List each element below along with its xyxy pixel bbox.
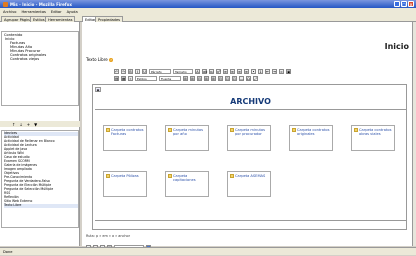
tab-bar: Agrupar Página Estilos Herramientas Edit… (0, 15, 416, 22)
editor-heading: ARCHIVO (230, 97, 271, 106)
folder-icon (106, 128, 110, 132)
text-color-icon[interactable]: A (195, 68, 200, 74)
menu-herramientas[interactable]: Herramientas (21, 10, 45, 14)
align-left-icon[interactable]: ≡ (223, 68, 228, 74)
link-icon[interactable]: ∞ (279, 68, 284, 74)
size-dropdown[interactable]: Tamaño (173, 68, 193, 74)
maximize-button[interactable]: □ (401, 1, 407, 7)
expand-icon[interactable]: ▼ (34, 122, 37, 127)
folder-icon (168, 128, 172, 132)
outline-tree: Contenido Inicio Facturas Minutas Año Mi… (1, 31, 79, 106)
idevice-palette: Idevices Actividad Actividad de Rellenar… (1, 130, 79, 228)
folder-icon (354, 128, 358, 132)
bold-icon[interactable]: B (128, 68, 133, 74)
hr-icon[interactable]: ― (239, 75, 244, 81)
divider (95, 109, 406, 110)
menu-archivo[interactable]: Archivo (3, 10, 16, 14)
row-before-icon[interactable]: ⊞ (183, 75, 188, 81)
folder-link[interactable]: Carpeta minutas por procurador (227, 125, 271, 151)
table-icon[interactable]: ▦ (121, 75, 126, 81)
split-cell-icon[interactable]: ⊡ (225, 75, 230, 81)
col-before-icon[interactable]: ⊞ (204, 75, 209, 81)
menu-ayuda[interactable]: Ayuda (67, 10, 78, 14)
paragraph-dropdown[interactable]: Párrafo (149, 68, 171, 74)
minimize-button[interactable]: _ (394, 1, 400, 7)
editor-path: Ruta: p » em » a » anchor (86, 234, 130, 238)
folder-link[interactable]: Carpeta Pólizas (103, 171, 147, 197)
fullscreen-icon[interactable]: ⤢ (253, 75, 258, 81)
indent-icon[interactable]: ⇥ (272, 68, 277, 74)
image-icon[interactable]: ▣ (286, 68, 291, 74)
folder-link[interactable]: Carpeta minutas por año (165, 125, 209, 151)
palette-item[interactable]: Pregunta de Selección Múltiple (4, 187, 53, 192)
paste-icon[interactable]: ▤ (114, 75, 119, 81)
main-panel: Inicio Texto Libre ? ↶ ↷ B I U Párrafo T… (82, 22, 412, 250)
outline-toolbar: ↑ ↓ + ▼ (0, 121, 80, 127)
align-center-icon[interactable]: ≡ (230, 68, 235, 74)
delete-col-icon[interactable]: ⊟ (218, 75, 223, 81)
folder-icon (230, 174, 234, 178)
folder-link[interactable]: Carpeta capitaciones (165, 171, 209, 197)
window-title: Mis - Inicio - Mozilla Firefox (10, 1, 72, 7)
outdent-icon[interactable]: ⇤ (265, 68, 270, 74)
subscript-icon[interactable]: x₂ (209, 68, 214, 74)
superscript-icon[interactable]: x² (216, 68, 221, 74)
divider (95, 220, 406, 221)
vertical-scrollbar[interactable] (412, 22, 416, 246)
rich-text-editor[interactable]: ▣ ARCHIVO Carpeta contratos Facturas Car… (92, 84, 407, 230)
folder-link[interactable]: Carpeta ASEMAS (227, 171, 271, 197)
move-up-icon[interactable]: ↑ (12, 122, 15, 127)
folder-icon (168, 174, 172, 178)
menu-editar[interactable]: Editar (51, 10, 62, 14)
italic-icon[interactable]: I (135, 68, 140, 74)
bullet-list-icon[interactable]: • (251, 68, 256, 74)
merge-cell-icon[interactable]: ⊡ (232, 75, 237, 81)
tree-item-contratos-viejos[interactable]: Contratos viejos (10, 57, 39, 61)
redo-icon[interactable]: ↷ (121, 68, 126, 74)
folder-link[interactable]: Carpeta contratos originales (289, 125, 333, 151)
firefox-icon (3, 1, 8, 7)
idevice-title: Texto Libre ? (86, 57, 113, 62)
justify-icon[interactable]: ≡ (244, 68, 249, 74)
left-panel: Contenido Inicio Facturas Minutas Año Mi… (0, 22, 80, 246)
close-button[interactable]: × (408, 1, 414, 7)
html-icon[interactable]: ⌗ (128, 75, 133, 81)
undo-icon[interactable]: ↶ (114, 68, 119, 74)
editor-toolbar-row-2: ▤ ▦ ⌗ Estilos Fuente ⊞ ⊞ ⊟ ⊞ ⊞ ⊟ ⊡ ⊡ ― Ω… (114, 75, 379, 81)
editor-toolbar-row-1: ↶ ↷ B I U Párrafo Tamaño A ab x₂ x² ≡ ≡ … (114, 68, 379, 74)
embedded-image-icon: ▣ (95, 87, 101, 92)
number-list-icon[interactable]: 1 (258, 68, 263, 74)
font-dropdown[interactable]: Fuente (159, 75, 181, 81)
move-down-icon[interactable]: ↓ (19, 122, 22, 127)
folder-icon (292, 128, 296, 132)
menu-bar: Archivo Herramientas Editar Ayuda (0, 8, 416, 15)
title-bar: Mis - Inicio - Mozilla Firefox _ □ × (0, 0, 416, 8)
folder-icon (230, 128, 234, 132)
special-char-icon[interactable]: Ω (246, 75, 251, 81)
status-bar: Done (0, 247, 416, 255)
add-page-icon[interactable]: + (27, 122, 30, 127)
col-after-icon[interactable]: ⊞ (211, 75, 216, 81)
folder-icon (106, 174, 110, 178)
help-icon[interactable]: ? (109, 58, 113, 62)
underline-icon[interactable]: U (142, 68, 147, 74)
page-title: Inicio (384, 42, 409, 51)
folder-link[interactable]: Carpeta contratos obras viales (351, 125, 395, 151)
delete-row-icon[interactable]: ⊟ (197, 75, 202, 81)
palette-item-selected[interactable]: Texto Libre (4, 203, 78, 208)
row-after-icon[interactable]: ⊞ (190, 75, 195, 81)
highlight-icon[interactable]: ab (202, 68, 207, 74)
align-right-icon[interactable]: ≡ (237, 68, 242, 74)
styles-dropdown[interactable]: Estilos (135, 75, 157, 81)
folder-link[interactable]: Carpeta contratos Facturas (103, 125, 147, 151)
